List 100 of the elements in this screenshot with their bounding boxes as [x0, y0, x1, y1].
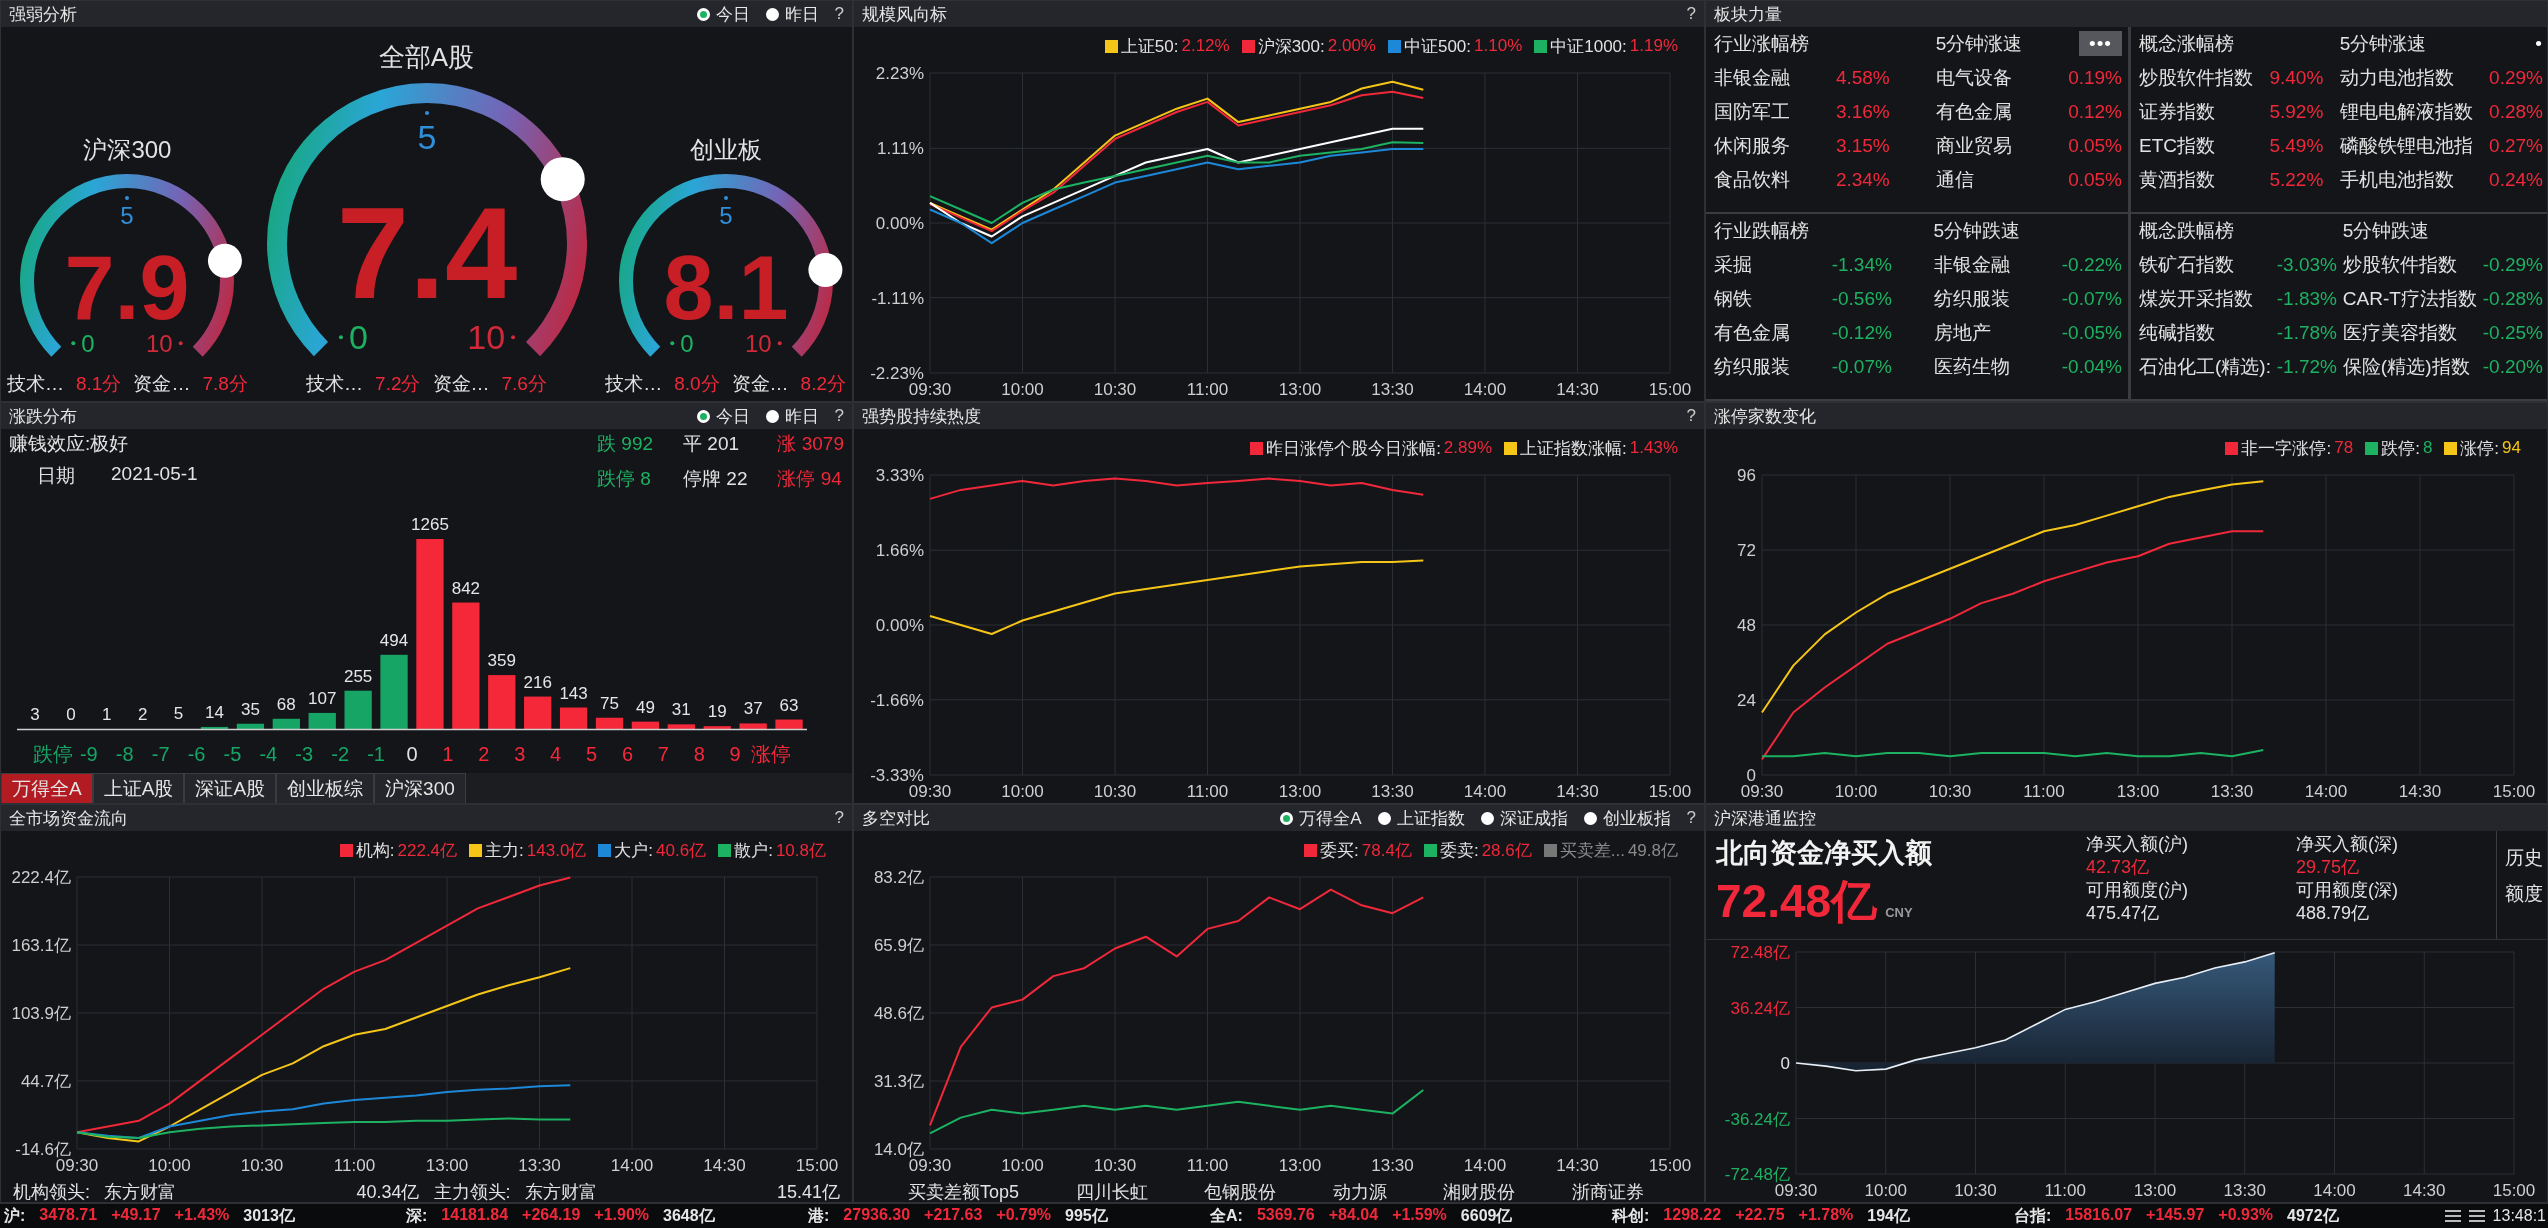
- sector-name: 纺织服装: [1714, 355, 1790, 379]
- sector-name: 证券指数: [2139, 100, 2216, 124]
- axis-label: 14:00: [1463, 782, 1507, 801]
- sector-name: 纺织服装: [1933, 287, 2011, 311]
- score-value: 8.0分: [674, 372, 720, 396]
- stock-name: 东方财富: [104, 1181, 177, 1202]
- change-value: -0.07%: [1831, 355, 1892, 379]
- table-title: 5分钟涨速: [1935, 32, 2023, 56]
- legend-label: 委卖:: [1439, 839, 1479, 862]
- axis-label: 0: [1746, 766, 1756, 785]
- help-icon[interactable]: ?: [834, 808, 844, 828]
- axis-label: -4: [259, 743, 278, 765]
- effect-label: 赚钱效应:极好: [9, 432, 130, 456]
- axis-label: -8: [115, 743, 134, 765]
- legend-label: 机构:: [355, 839, 395, 862]
- axis-label: 13:00: [1278, 1156, 1322, 1175]
- tab[interactable]: 创业板综: [276, 773, 375, 803]
- bar-value: 1: [102, 704, 112, 724]
- change-value: 0.05%: [2068, 134, 2122, 158]
- stat-value: 488.79亿: [2296, 902, 2371, 925]
- list-icon[interactable]: [2468, 1209, 2485, 1223]
- index-percent: +1.90%: [594, 1205, 650, 1225]
- radio-option[interactable]: 今日: [696, 404, 750, 428]
- axis-label: 14:00: [1463, 1156, 1507, 1175]
- change-value: 0.05%: [2068, 168, 2122, 192]
- more-button[interactable]: •: [2535, 31, 2543, 56]
- axis-label: 13:30: [1371, 1156, 1414, 1175]
- radio-option[interactable]: 昨日: [765, 404, 819, 428]
- legend-label: 委买:: [1320, 839, 1359, 862]
- axis-label: 72.48亿: [1730, 943, 1790, 962]
- tab[interactable]: 深证A股: [184, 773, 277, 803]
- legend-value: 143.0亿: [526, 839, 587, 862]
- change-value: 0.19%: [2068, 66, 2122, 90]
- sector-name: 医疗美容指数: [2342, 321, 2458, 345]
- axis-label: -72.48亿: [1724, 1165, 1790, 1184]
- tab[interactable]: 沪深300: [374, 773, 466, 803]
- change-value: -1.78%: [2276, 321, 2337, 345]
- sector-name: 炒股软件指数: [2139, 66, 2253, 90]
- help-icon[interactable]: ?: [1686, 406, 1696, 426]
- market-label: 深:: [406, 1205, 428, 1226]
- bar: [775, 719, 803, 729]
- axis-label: 0: [406, 743, 418, 765]
- stat-label: 净买入额(沪): [2086, 833, 2189, 856]
- legend-label: 昨日涨停个股今日涨幅:: [1266, 437, 1441, 460]
- panel-title: 多空对比: [862, 807, 931, 830]
- help-icon[interactable]: ?: [834, 406, 844, 426]
- market-label: 港:: [808, 1205, 830, 1226]
- axis-label: 14:00: [1463, 380, 1507, 399]
- change-value: 9.40%: [2269, 66, 2324, 90]
- sector-name: 采掘: [1714, 253, 1753, 277]
- legend-label: 中证500:: [1403, 35, 1472, 58]
- axis-label: 83.2亿: [873, 868, 924, 887]
- bar: [703, 726, 731, 729]
- gauge-title: 创业板: [689, 135, 762, 165]
- bar: [524, 696, 552, 729]
- stat-label: 可用额度(深): [2296, 879, 2399, 902]
- table-title: 概念跌幅榜: [2139, 219, 2235, 243]
- bar: [667, 724, 695, 729]
- axis-label: 11:00: [1186, 1156, 1229, 1175]
- sector-name: 有色金属: [1935, 100, 2013, 124]
- radio-option[interactable]: 创业板指: [1583, 806, 1671, 830]
- stock-name: 东方财富: [524, 1181, 598, 1202]
- radio-option[interactable]: 万得全A: [1280, 806, 1362, 830]
- axis-label: 15:00: [2492, 782, 2536, 801]
- axis-label: 7: [657, 743, 669, 765]
- axis-label: 11:00: [1186, 782, 1229, 801]
- stat-value: 475.47亿: [2086, 902, 2161, 925]
- more-button[interactable]: •••: [2079, 31, 2122, 56]
- axis-label: 09:30: [55, 1156, 99, 1175]
- sector-name: 非银金融: [1714, 66, 1790, 90]
- change-value: -3.03%: [2276, 253, 2337, 277]
- axis-label: 14:00: [610, 1156, 654, 1175]
- table-title: 5分钟跌速: [2342, 219, 2431, 243]
- radio-option[interactable]: 上证指数: [1377, 806, 1465, 830]
- axis-label: 10:30: [1928, 782, 1972, 801]
- radio-option[interactable]: 昨日: [765, 2, 819, 26]
- list-icon[interactable]: [2444, 1209, 2461, 1223]
- bar-value: 359: [487, 651, 516, 671]
- help-icon[interactable]: ?: [1686, 4, 1696, 24]
- axis-label: 10:00: [1001, 380, 1044, 399]
- axis-label: 0.00%: [875, 616, 924, 635]
- axis-label: -1.11%: [871, 288, 924, 308]
- tick-mark: [71, 341, 76, 346]
- tab[interactable]: 万得全A: [1, 773, 93, 803]
- change-value: 5.22%: [2269, 168, 2324, 192]
- help-icon[interactable]: ?: [1686, 808, 1696, 828]
- bar-value: 0: [66, 705, 76, 724]
- axis-label: 163.1亿: [11, 936, 71, 956]
- panel-title: 沪深港通监控: [1714, 807, 1817, 830]
- tab[interactable]: 上证A股: [92, 773, 185, 803]
- legend-label: 买卖差...: [1559, 839, 1625, 862]
- help-icon[interactable]: ?: [834, 4, 844, 24]
- legend-value: 94: [2502, 438, 2521, 458]
- axis-label: -1: [367, 743, 385, 765]
- change-value: 2.34%: [1835, 168, 1890, 192]
- axis-label: 13:00: [1278, 782, 1322, 801]
- legend-value: 8: [2422, 438, 2433, 458]
- bar: [595, 717, 624, 729]
- radio-option[interactable]: 今日: [696, 2, 750, 26]
- radio-option[interactable]: 深证成指: [1480, 806, 1568, 830]
